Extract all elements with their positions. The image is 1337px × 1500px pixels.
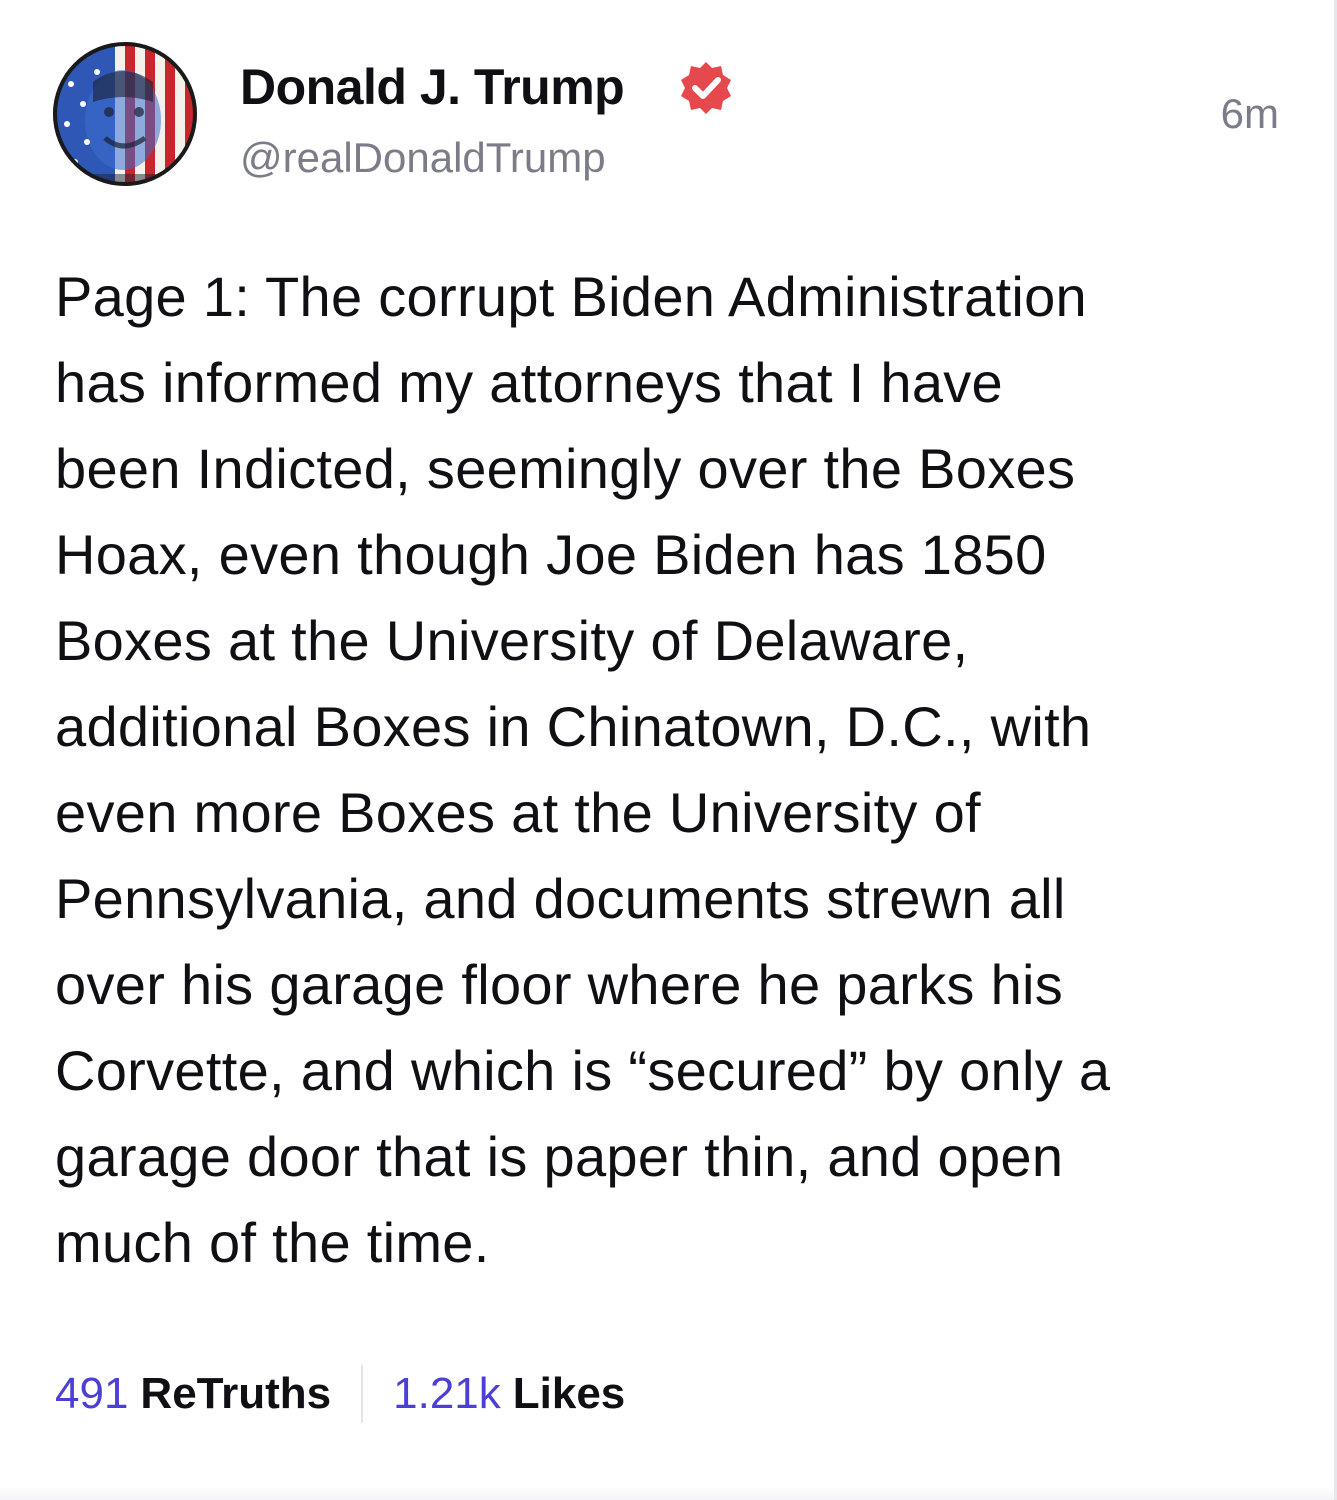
post-text-line: Hoax, even though Joe Biden has 1850 <box>55 523 1047 586</box>
action-bar-edge <box>0 1486 1337 1500</box>
post-text-line: additional Boxes in Chinatown, D.C., wit… <box>55 695 1092 758</box>
post-timestamp[interactable]: 6m <box>1221 90 1279 138</box>
post-text-line: Boxes at the University of Delaware, <box>55 609 969 672</box>
post-text-line: Page 1: The corrupt Biden Administration <box>55 265 1088 328</box>
post-body: Page 1: The corrupt Biden Administration… <box>55 254 1290 1286</box>
flag-portrait-avatar-icon <box>53 42 197 186</box>
post-text-line: been Indicted, seemingly over the Boxes <box>55 437 1076 500</box>
post-text-line: even more Boxes at the University of <box>55 781 981 844</box>
user-handle[interactable]: @realDonaldTrump <box>240 134 606 182</box>
post-text-line: over his garage floor where he parks his <box>55 953 1064 1016</box>
post-stats: 491 ReTruths 1.21k Likes <box>55 1362 625 1426</box>
post-card: Donald J. Trump @realDonaldTrump 6m Page… <box>0 0 1337 1500</box>
likes-stat[interactable]: 1.21k Likes <box>393 1369 625 1419</box>
post-text-line: much of the time. <box>55 1211 490 1274</box>
likes-count: 1.21k <box>393 1369 501 1418</box>
retruths-stat[interactable]: 491 ReTruths <box>55 1369 331 1419</box>
avatar[interactable] <box>53 42 197 186</box>
display-name[interactable]: Donald J. Trump <box>240 58 625 116</box>
likes-label: Likes <box>512 1369 626 1418</box>
post-text-line: garage door that is paper thin, and open <box>55 1125 1064 1188</box>
stats-divider <box>361 1365 364 1423</box>
post-text-line: Corvette, and which is “secured” by only… <box>55 1039 1111 1102</box>
retruths-count: 491 <box>55 1369 129 1418</box>
post-text-line: Pennsylvania, and documents strewn all <box>55 867 1066 930</box>
verified-badge-icon <box>676 58 736 118</box>
post-text-line: has informed my attorneys that I have <box>55 351 1004 414</box>
retruths-label: ReTruths <box>140 1369 332 1418</box>
